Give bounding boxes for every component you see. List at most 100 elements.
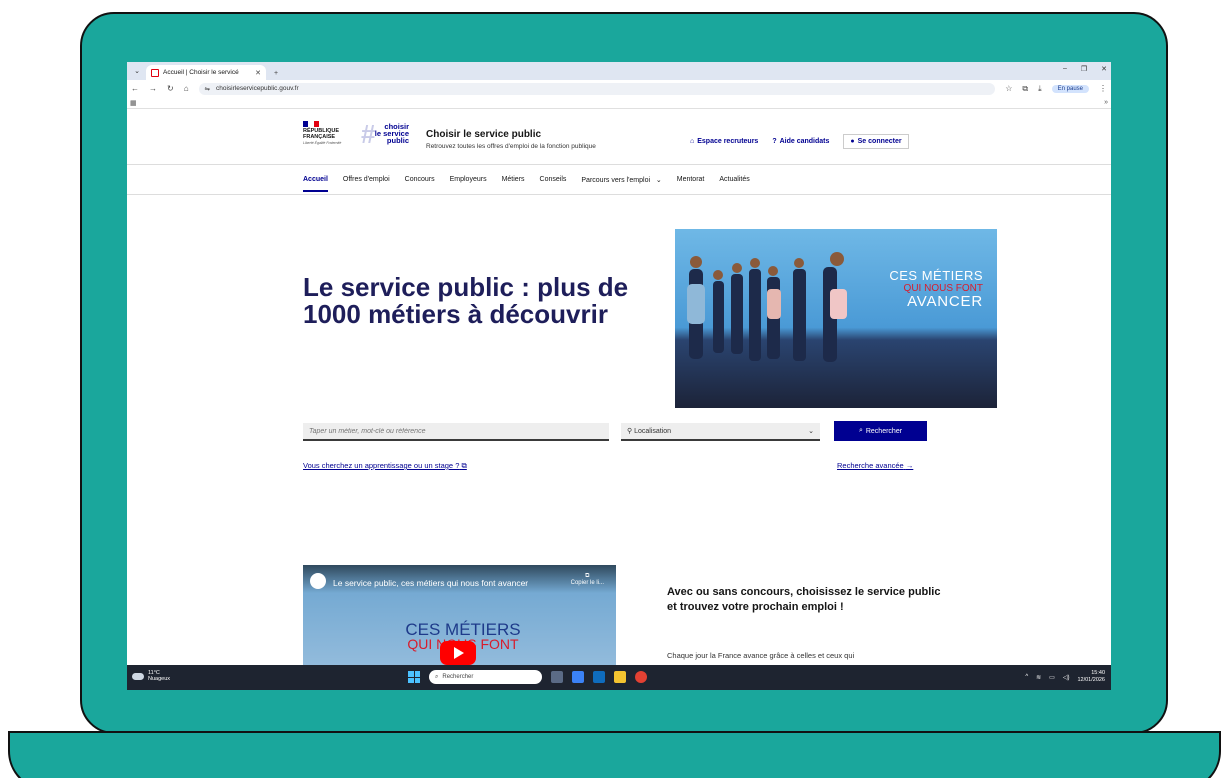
download-icon[interactable]: ⤓: [1038, 84, 1042, 94]
laptop-illustration: ⌄ Accueil | Choisir le servicé ✕ + – ❐ ✕…: [0, 0, 1229, 778]
nav-item-offres[interactable]: Offres d'emploi: [343, 176, 390, 183]
close-icon[interactable]: ✕: [255, 69, 261, 77]
clock-date: 12/01/2026: [1077, 677, 1105, 683]
nav-item-parcours-label: Parcours vers l'emploi: [581, 176, 651, 184]
close-window-icon[interactable]: ✕: [1101, 65, 1107, 73]
site-title[interactable]: Choisir le service public: [426, 129, 541, 140]
search-button[interactable]: ⌕ Rechercher: [834, 421, 927, 441]
aide-candidats-label: Aide candidats: [779, 138, 830, 145]
hero-image: CES MÉTIERS QUI NOUS FONT AVANCER: [675, 229, 997, 408]
chrome-icon[interactable]: [635, 671, 647, 683]
login-label: Se connecter: [857, 138, 902, 145]
task-view-icon[interactable]: [551, 671, 563, 683]
campaign-slogan: CES MÉTIERS QUI NOUS FONT AVANCER: [871, 268, 983, 310]
hero-title: Le service public : plus de 1000 métiers…: [303, 272, 629, 329]
espace-recruteurs-link[interactable]: ⌂ Espace recruteurs: [690, 138, 758, 145]
location-label: Localisation: [634, 428, 672, 435]
play-icon[interactable]: [440, 641, 476, 665]
search-button-label: Rechercher: [865, 427, 903, 435]
forward-icon[interactable]: →: [149, 84, 157, 93]
tab-list-icon[interactable]: ⌄: [130, 64, 144, 78]
login-button[interactable]: ● Se connecter: [843, 134, 909, 149]
nav-item-employeurs[interactable]: Employeurs: [450, 176, 487, 183]
menu-icon[interactable]: ⋮: [1099, 84, 1107, 93]
browser-tab[interactable]: Accueil | Choisir le servicé ✕: [146, 65, 266, 80]
section-paragraph: Chaque jour la France avance grâce à cel…: [667, 651, 855, 660]
taskbar-search-label: Rechercher: [442, 674, 474, 680]
copy-label: Copier le li...: [570, 580, 604, 586]
main-nav: Accueil Offres d'emploi Concours Employe…: [127, 165, 1111, 195]
back-icon[interactable]: ←: [131, 84, 139, 93]
browser-toolbar: ← → ↻ ⌂ ⇋ choisirleservicepublic.gouv.fr…: [127, 80, 1111, 97]
network-icon[interactable]: ≋: [1036, 674, 1041, 681]
nav-item-mentorat[interactable]: Mentorat: [677, 176, 705, 183]
devise-text: Liberté Égalité Fraternité: [303, 141, 342, 145]
channel-avatar[interactable]: [310, 573, 326, 589]
search-icon: ⌕: [858, 427, 863, 434]
profile-pause-badge[interactable]: En pause: [1051, 84, 1089, 93]
windows-start-icon[interactable]: [408, 671, 420, 683]
espace-recruteurs-label: Espace recruteurs: [697, 138, 759, 145]
nav-item-accueil[interactable]: Accueil: [303, 167, 328, 192]
home-icon[interactable]: ⌂: [184, 84, 189, 93]
outlook-icon[interactable]: [593, 671, 605, 683]
reload-icon[interactable]: ↻: [167, 84, 174, 93]
campaign-line1: CES MÉTIERS: [889, 268, 983, 283]
chevron-up-icon[interactable]: ^: [1025, 674, 1028, 680]
site-header: RÉPUBLIQUE FRANÇAISE Liberté Égalité Fra…: [127, 109, 1111, 165]
widgets-icon[interactable]: [572, 671, 584, 683]
extensions-icon[interactable]: ⧉: [1022, 84, 1028, 94]
search-input[interactable]: [303, 423, 609, 441]
bookmarks-bar: ▦ »: [127, 97, 1111, 109]
bookmark-star-icon[interactable]: ☆: [1005, 84, 1012, 93]
site-info-icon[interactable]: ⇋: [205, 85, 210, 93]
taskbar-apps: ⌕ Rechercher: [408, 670, 647, 684]
marianne-flag-icon: [303, 121, 319, 127]
windows-taskbar: 11°C Nuageux ⌕ Rechercher ^ ≋ ▭ ◁) 15:40…: [127, 665, 1111, 690]
apprentissage-label: Vous cherchez un apprentissage ou un sta…: [303, 461, 460, 470]
republique-francaise-logo[interactable]: RÉPUBLIQUE FRANÇAISE Liberté Égalité Fra…: [303, 121, 357, 145]
csp-logo[interactable]: choisir le service public: [359, 123, 409, 145]
nav-item-concours[interactable]: Concours: [405, 176, 435, 183]
aide-candidats-link[interactable]: ? Aide candidats: [772, 138, 829, 145]
volume-icon[interactable]: ◁): [1063, 674, 1070, 681]
question-icon: ?: [772, 138, 777, 145]
nav-item-actualites[interactable]: Actualités: [719, 176, 749, 183]
address-bar[interactable]: ⇋ choisirleservicepublic.gouv.fr: [198, 82, 996, 95]
laptop-base: [8, 731, 1221, 778]
clock[interactable]: 15:40 12/01/2026: [1077, 670, 1105, 684]
video-text1: CES MÉTIERS: [405, 620, 521, 639]
chevron-down-icon: ⌄: [651, 176, 662, 184]
copy-icon: ⧉: [585, 573, 590, 579]
tab-title: Accueil | Choisir le servicé: [163, 69, 239, 76]
walking-people-illustration: [687, 252, 847, 362]
display-icon[interactable]: ▭: [1049, 674, 1055, 681]
minimize-icon[interactable]: –: [1063, 65, 1067, 73]
user-icon: ●: [850, 138, 855, 145]
weather-widget[interactable]: 11°C Nuageux: [132, 670, 170, 682]
new-tab-icon[interactable]: +: [274, 70, 278, 77]
advanced-search-link[interactable]: Recherche avancée →: [837, 461, 913, 470]
more-bookmarks-icon[interactable]: »: [1104, 99, 1108, 106]
laptop-screen: ⌄ Accueil | Choisir le servicé ✕ + – ❐ ✕…: [127, 62, 1111, 690]
apprentissage-link[interactable]: Vous cherchez un apprentissage ou un sta…: [303, 461, 467, 471]
copy-link-button[interactable]: ⧉ Copier le li...: [571, 573, 604, 586]
external-link-icon: ⧉: [461, 461, 467, 470]
restore-icon[interactable]: ❐: [1081, 65, 1087, 73]
site-tagline: Retrouvez toutes les offres d'emploi de …: [426, 143, 596, 150]
logo-line3: public: [386, 136, 409, 145]
campaign-line3: AVANCER: [907, 293, 983, 310]
site-favicon-icon: [151, 68, 159, 77]
weather-text: Nuageux: [148, 676, 171, 682]
search-icon: ⌕: [435, 673, 439, 680]
bank-icon: ⌂: [690, 138, 695, 145]
taskbar-search[interactable]: ⌕ Rechercher: [429, 670, 542, 684]
location-select[interactable]: ⚲ Localisation ⌄: [621, 423, 820, 441]
nav-item-conseils[interactable]: Conseils: [540, 176, 567, 183]
apps-icon[interactable]: ▦: [130, 99, 137, 107]
nav-item-metiers[interactable]: Métiers: [502, 176, 525, 183]
nav-item-parcours[interactable]: Parcours vers l'emploi ⌄: [581, 176, 661, 184]
video-title[interactable]: Le service public, ces métiers qui nous …: [333, 578, 528, 588]
file-explorer-icon[interactable]: [614, 671, 626, 683]
header-links: ⌂ Espace recruteurs ? Aide candidats ● S…: [690, 134, 909, 149]
